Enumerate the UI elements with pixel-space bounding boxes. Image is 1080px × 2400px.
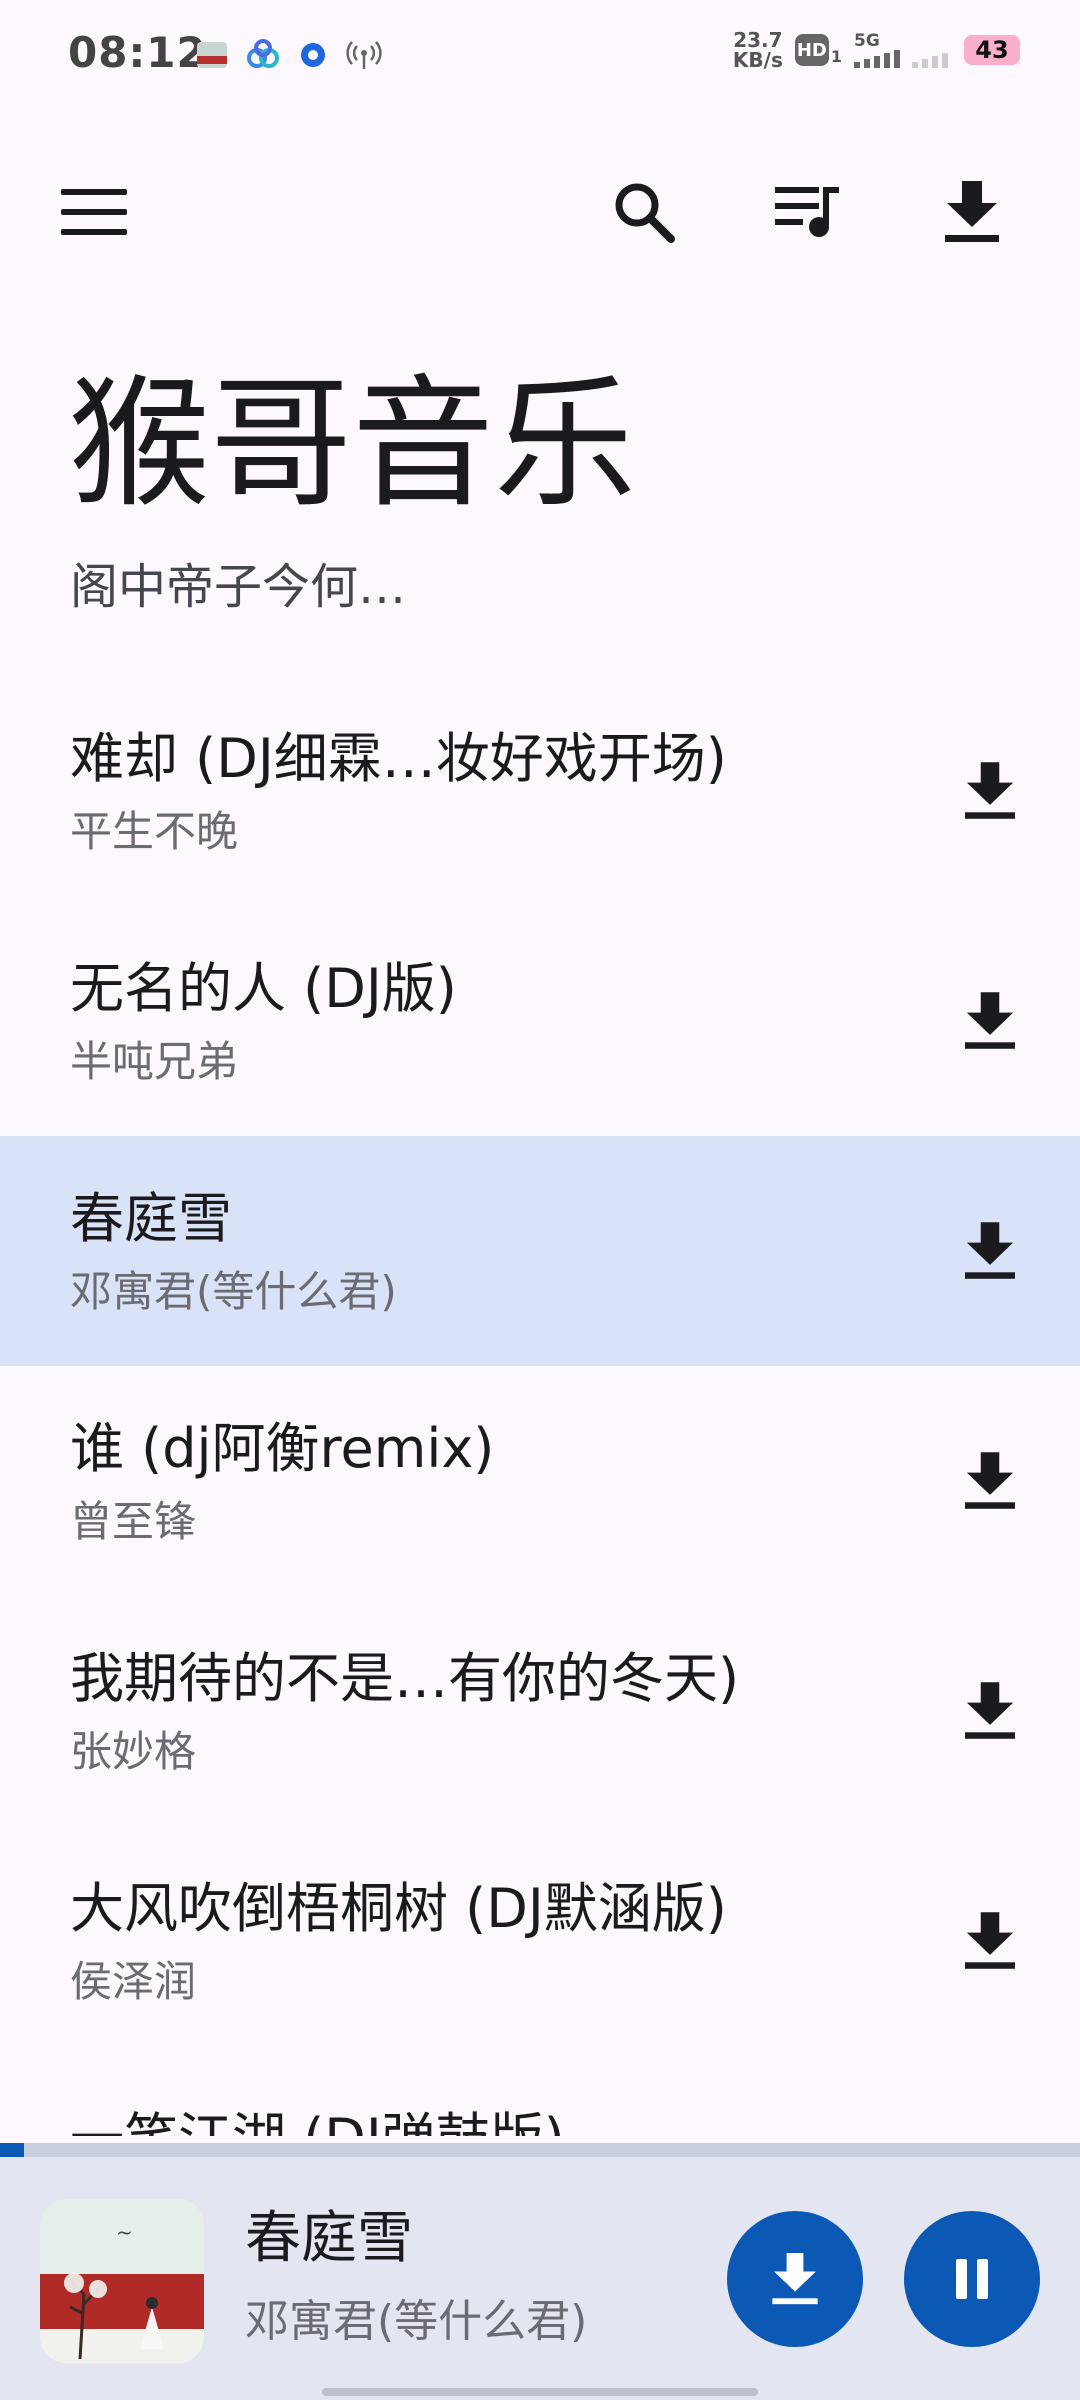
- signal-strength-icon: [854, 49, 900, 68]
- download-all-button[interactable]: [922, 162, 1022, 262]
- song-row-active[interactable]: 春庭雪 邓寓君(等什么君): [0, 1136, 1080, 1366]
- song-row[interactable]: 我期待的不是…有你的冬天) 张妙格: [0, 1596, 1080, 1826]
- svg-text:~: ~: [116, 2220, 133, 2244]
- mini-download-button[interactable]: [727, 2211, 863, 2347]
- hd-indicator: HD 1: [794, 34, 842, 66]
- status-system-icons: 23.7 KB/s HD 1 5G 43: [733, 30, 1020, 70]
- top-app-bar: [0, 150, 1080, 280]
- song-list: 难却 (DJ细霖…妆好戏开场) 平生不晚 无名的人 (DJ版) 半吨兄弟 春庭雪…: [0, 676, 1080, 2136]
- download-icon: [965, 1222, 1015, 1279]
- cloud-app-icon: [247, 39, 279, 68]
- song-title: 难却 (DJ细霖…妆好戏开场): [70, 727, 727, 790]
- playback-progress-fill: [0, 2143, 24, 2157]
- album-art-image: ~: [40, 2199, 204, 2363]
- queue-music-icon: [775, 187, 839, 237]
- queue-button[interactable]: [758, 162, 858, 262]
- pause-icon: [956, 2259, 988, 2299]
- hd-sub: 1: [830, 47, 842, 66]
- download-icon: [772, 2253, 818, 2305]
- circle-app-icon: [301, 43, 325, 67]
- song-artist: 平生不晚: [70, 807, 239, 856]
- download-icon: [965, 1682, 1015, 1739]
- download-icon: [965, 992, 1015, 1049]
- home-indicator[interactable]: [322, 2388, 758, 2396]
- download-icon: [965, 762, 1015, 819]
- signal-5g: 5G: [854, 30, 900, 68]
- download-icon: [965, 1452, 1015, 1509]
- page-title: 猴哥音乐: [68, 362, 636, 527]
- song-artist: 侯泽润: [70, 1957, 197, 2006]
- song-artist: 曾至锋: [70, 1497, 197, 1546]
- net-speed: 23.7 KB/s: [733, 30, 783, 70]
- mini-player-artist: 邓寓君(等什么君): [245, 2296, 588, 2347]
- pause-button[interactable]: [904, 2211, 1040, 2347]
- album-art[interactable]: ~: [40, 2199, 204, 2363]
- song-download-button[interactable]: [940, 1891, 1040, 1991]
- net-speed-value: 23.7: [733, 28, 783, 52]
- song-download-button[interactable]: [940, 1661, 1040, 1761]
- song-artist: 半吨兄弟: [70, 1037, 239, 1086]
- song-row[interactable]: 大风吹倒梧桐树 (DJ默涵版) 侯泽润: [0, 1826, 1080, 2056]
- search-button[interactable]: [594, 162, 694, 262]
- hd-badge: HD: [794, 34, 829, 66]
- song-row[interactable]: 难却 (DJ细霖…妆好戏开场) 平生不晚: [0, 676, 1080, 906]
- song-download-button[interactable]: [940, 1431, 1040, 1531]
- song-title: 春庭雪: [70, 1187, 232, 1250]
- playback-progress-track[interactable]: [0, 2143, 1080, 2157]
- song-row[interactable]: 谁 (dj阿衡remix) 曾至锋: [0, 1366, 1080, 1596]
- network-type: 5G: [854, 30, 880, 51]
- download-icon: [965, 1912, 1015, 1969]
- status-time: 08:12: [68, 28, 207, 77]
- song-row[interactable]: 无名的人 (DJ版) 半吨兄弟: [0, 906, 1080, 1136]
- song-title: 大风吹倒梧桐树 (DJ默涵版): [70, 1877, 727, 1940]
- search-icon: [615, 183, 675, 243]
- mini-player-title: 春庭雪: [245, 2206, 413, 2271]
- signal-strength-weak-icon: [912, 53, 948, 68]
- song-download-button[interactable]: [940, 2121, 1040, 2136]
- status-notification-icons: [195, 38, 383, 72]
- song-title: 谁 (dj阿衡remix): [70, 1417, 495, 1480]
- song-title: 一笑江湖 (DJ弹鼓版): [70, 2104, 565, 2136]
- song-download-button[interactable]: [940, 971, 1040, 1071]
- song-download-button[interactable]: [940, 1201, 1040, 1301]
- app-notification-icon: [197, 42, 227, 68]
- battery-indicator: 43: [964, 35, 1020, 65]
- hotspot-icon: [346, 41, 382, 69]
- download-icon: [945, 181, 999, 242]
- menu-button[interactable]: [44, 162, 144, 262]
- song-title: 我期待的不是…有你的冬天): [70, 1647, 740, 1710]
- song-row[interactable]: 一笑江湖 (DJ弹鼓版): [0, 2056, 1080, 2136]
- net-speed-unit: KB/s: [732, 48, 783, 72]
- song-artist: 邓寓君(等什么君): [70, 1267, 397, 1316]
- status-bar: 08:12 23.7 KB/s HD 1 5G 43: [0, 0, 1080, 115]
- menu-icon: [61, 189, 127, 235]
- page-subtitle: 阁中帝子今何…: [70, 559, 407, 615]
- song-download-button[interactable]: [940, 741, 1040, 841]
- song-title: 无名的人 (DJ版): [70, 957, 457, 1020]
- song-artist: 张妙格: [70, 1727, 197, 1776]
- mini-player[interactable]: ~ 春庭雪 邓寓君(等什么君): [0, 2143, 1080, 2400]
